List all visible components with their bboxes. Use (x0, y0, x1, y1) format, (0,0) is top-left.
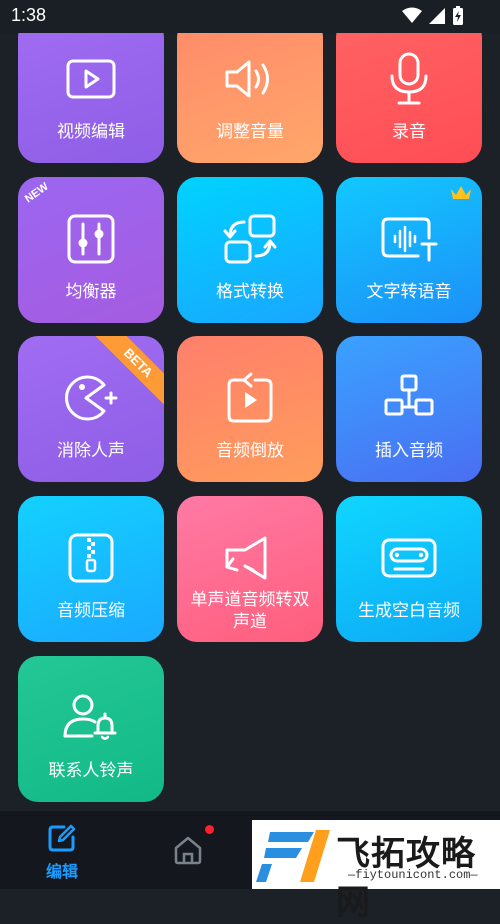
tool-audio-compress[interactable]: 音频压缩 (18, 496, 164, 642)
tool-vocal-remove[interactable]: BETA 消除人声 (18, 336, 164, 482)
tool-label: 音频倒放 (216, 441, 284, 461)
watermark: 飞拓攻略网 —fiytounicont.com— (252, 820, 500, 923)
microphone-icon (390, 52, 428, 105)
new-badge: NEW (22, 180, 51, 206)
tool-contact-ringtone[interactable]: 联系人铃声 (18, 656, 164, 802)
tool-label: 均衡器 (65, 282, 117, 302)
watermark-url: —fiytounicont.com— (348, 868, 478, 882)
tool-label: 调整音量 (216, 122, 284, 142)
wifi-icon (402, 7, 422, 23)
tool-label: 联系人铃声 (48, 761, 134, 781)
nav-label-edit: 编辑 (45, 862, 78, 881)
tool-label: 单声道音频转双声道 (190, 590, 310, 632)
text-speech-icon (381, 217, 438, 262)
watermark-logo-icon (256, 830, 330, 882)
status-time: 1:38 (11, 5, 47, 25)
tool-label: 视频编辑 (57, 122, 125, 142)
tool-text-to-speech[interactable]: 文字转语音 (336, 177, 482, 323)
tool-label: 生成空白音频 (358, 601, 460, 621)
tool-label: 文字转语音 (366, 282, 452, 302)
zip-file-icon (68, 533, 114, 583)
battery-icon (453, 6, 463, 25)
tool-label: 录音 (392, 122, 426, 142)
pacman-icon (65, 375, 118, 421)
equalizer-sliders-icon (67, 214, 115, 264)
tool-format-convert[interactable]: 格式转换 (177, 177, 323, 323)
tool-label: 音频压缩 (57, 601, 125, 621)
status-bar: 1:38 (0, 0, 500, 33)
tool-audio-reverse[interactable]: 音频倒放 (177, 336, 323, 482)
home-icon (174, 836, 202, 865)
tool-video-edit[interactable]: 视频编辑 (18, 17, 164, 163)
tool-equalizer[interactable]: NEW 均衡器 (18, 177, 164, 323)
convert-arrows-icon (223, 214, 277, 264)
stereo-speaker-icon (225, 536, 267, 580)
insert-blocks-icon (384, 374, 434, 416)
tool-insert-audio[interactable]: 插入音频 (336, 336, 482, 482)
tool-label: 插入音频 (375, 441, 443, 461)
speaker-volume-icon (225, 60, 269, 98)
notification-dot (205, 825, 214, 834)
tool-label: 消除人声 (57, 441, 125, 461)
status-icons (402, 6, 464, 26)
tool-silence-generate[interactable]: 生成空白音频 (336, 496, 482, 642)
crown-icon (451, 186, 471, 199)
tool-mono-to-stereo[interactable]: 单声道音频转双声道 (177, 496, 323, 642)
signal-icon (429, 8, 445, 24)
nav-item-edit[interactable]: 编辑 (12, 811, 112, 889)
cassette-icon (381, 538, 437, 578)
tool-record[interactable]: 录音 (336, 17, 482, 163)
tool-volume-adjust[interactable]: 调整音量 (177, 17, 323, 163)
tool-label: 格式转换 (216, 282, 284, 302)
contact-bell-icon (63, 694, 117, 740)
nav-item-home[interactable] (138, 811, 238, 889)
reverse-play-icon (227, 372, 273, 423)
edit-icon (48, 824, 76, 852)
video-play-icon (66, 59, 116, 99)
